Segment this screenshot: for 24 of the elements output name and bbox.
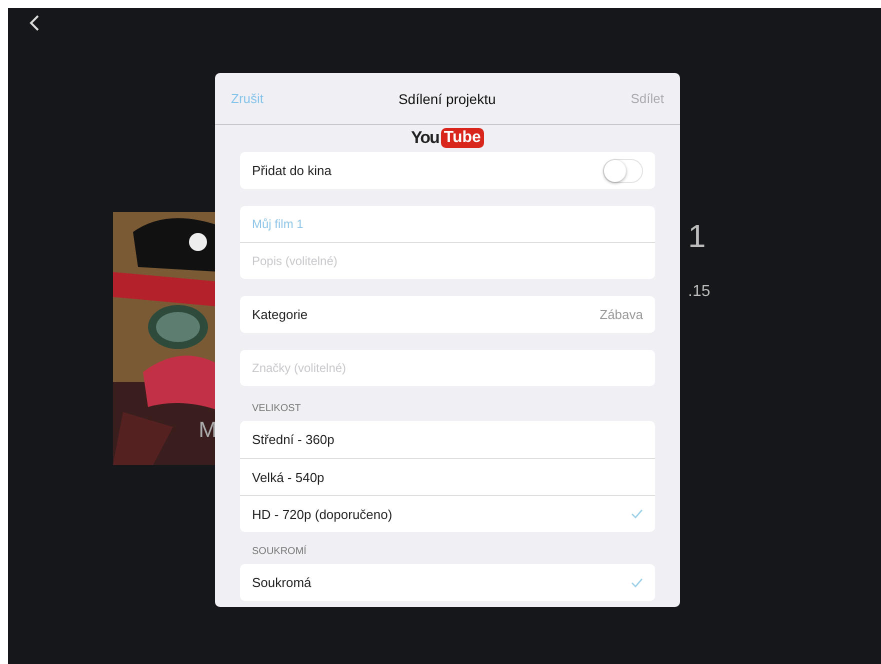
category-label: Kategorie xyxy=(252,307,308,322)
option-row[interactable]: HD - 720p (doporučeno) xyxy=(240,495,655,532)
section-heading: VELIKOST xyxy=(251,403,302,414)
option-label: Střední - 360p xyxy=(252,432,334,447)
description-field[interactable]: Popis (volitelné) xyxy=(240,243,655,279)
project-title: 1 xyxy=(688,218,707,255)
option-label: Velká - 540p xyxy=(252,470,324,484)
project-date: .15 xyxy=(688,283,710,301)
option-row[interactable]: Velká - 540p xyxy=(240,458,655,495)
category-value: Zábava xyxy=(600,307,643,322)
option-row[interactable]: Střední - 360p xyxy=(240,421,655,458)
option-row[interactable]: Soukromá xyxy=(240,564,655,601)
logo-badge: Tube xyxy=(440,128,484,148)
toggle-switch[interactable] xyxy=(603,158,643,182)
tags-field[interactable]: Značky (volitelné) xyxy=(240,350,655,386)
logo-text: You xyxy=(411,128,439,148)
theater-label: Přidat do kina xyxy=(252,163,332,178)
option-label: Soukromá xyxy=(252,575,312,590)
section-heading: SOUKROMÍ xyxy=(251,546,308,557)
video-caption: M xyxy=(198,417,217,443)
back-icon[interactable] xyxy=(28,14,40,32)
option-label: HD - 720p (doporučeno) xyxy=(252,506,392,522)
category-row[interactable]: Kategorie Zábava xyxy=(240,296,655,333)
dialog-title: Sdílení projektu xyxy=(398,90,496,106)
